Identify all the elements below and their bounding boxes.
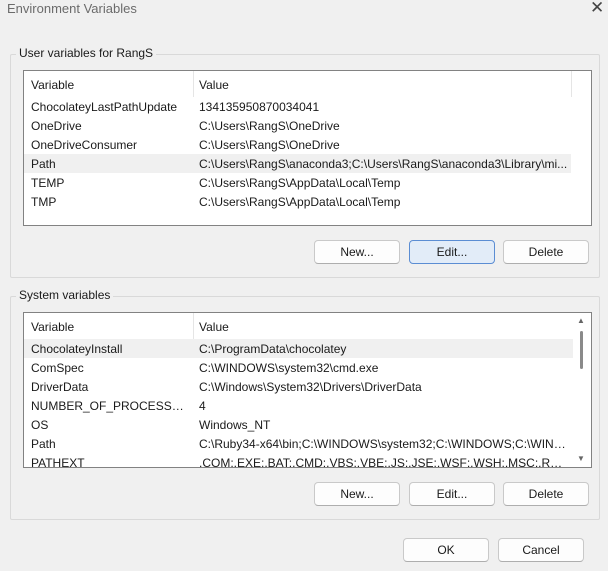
variable-value-cell: C:\Users\RangS\AppData\Local\Temp [199,195,401,209]
column-divider[interactable] [193,313,194,339]
column-header-value[interactable]: Value [199,78,229,92]
list-header: Variable Value [24,71,591,97]
column-header-value[interactable]: Value [199,320,229,334]
variable-value-cell: C:\Users\RangS\AppData\Local\Temp [199,176,401,190]
column-divider[interactable] [571,71,572,97]
user-delete-button[interactable]: Delete [503,240,589,264]
list-header: Variable Value [24,313,574,339]
vertical-scrollbar[interactable]: ▲ ▼ [573,313,590,467]
user-variables-list[interactable]: Variable Value ChocolateyLastPathUpdate 1… [23,70,592,226]
variable-name-cell: OneDriveConsumer [31,138,138,152]
table-row[interactable]: OneDriveConsumer C:\Users\RangS\OneDrive [24,135,571,154]
variable-value-cell: .COM;.EXE;.BAT;.CMD;.VBS;.VBE;.JS;.JSE;.… [199,456,570,468]
table-row[interactable]: NUMBER_OF_PROCESSORS 4 [24,396,573,415]
user-edit-button[interactable]: Edit... [409,240,495,264]
system-variables-list[interactable]: Variable Value ChocolateyInstall C:\Progr… [23,312,592,468]
ok-button[interactable]: OK [403,538,489,562]
variable-name-cell: ComSpec [31,361,84,375]
variable-name-cell: OS [31,418,49,432]
table-row[interactable]: OneDrive C:\Users\RangS\OneDrive [24,116,571,135]
system-variables-label: System variables [16,288,114,302]
variable-value-cell: 134135950870034041 [199,100,320,114]
table-row[interactable]: PATHEXT .COM;.EXE;.BAT;.CMD;.VBS;.VBE;.JS… [24,453,573,468]
variable-name-cell: ChocolateyLastPathUpdate [31,100,178,114]
scrollbar-thumb[interactable] [580,331,583,369]
variable-name-cell: NUMBER_OF_PROCESSORS [31,399,189,413]
variable-value-cell: C:\Users\RangS\OneDrive [199,119,340,133]
variable-name-cell: Path [31,157,56,171]
variable-value-cell: Windows_NT [199,418,271,432]
table-row[interactable]: Path C:\Users\RangS\anaconda3;C:\Users\Ra… [24,154,571,173]
scroll-up-arrow-icon[interactable]: ▲ [577,316,585,325]
user-new-button[interactable]: New... [314,240,400,264]
variable-name-cell: Path [31,437,56,451]
system-delete-button[interactable]: Delete [503,482,589,506]
column-header-variable[interactable]: Variable [31,320,74,334]
window-title: Environment Variables [7,1,137,16]
variable-name-cell: OneDrive [31,119,82,133]
variable-name-cell: TEMP [31,176,65,190]
title-bar: Environment Variables ✕ [0,0,608,22]
table-row[interactable]: TEMP C:\Users\RangS\AppData\Local\Temp [24,173,571,192]
table-row[interactable]: OS Windows_NT [24,415,573,434]
cancel-button[interactable]: Cancel [498,538,584,562]
table-row[interactable]: DriverData C:\Windows\System32\Drivers\Dr… [24,377,573,396]
variable-name-cell: DriverData [31,380,89,394]
variable-value-cell: 4 [199,399,206,413]
variable-value-cell: C:\Users\RangS\OneDrive [199,138,340,152]
close-icon[interactable]: ✕ [590,0,604,18]
scroll-down-arrow-icon[interactable]: ▼ [577,454,585,463]
variable-value-cell: C:\Users\RangS\anaconda3;C:\Users\RangS\… [199,157,568,171]
table-row[interactable]: ChocolateyInstall C:\ProgramData\chocolat… [24,339,573,358]
system-new-button[interactable]: New... [314,482,400,506]
variable-value-cell: C:\Windows\System32\Drivers\DriverData [199,380,422,394]
variable-value-cell: C:\ProgramData\chocolatey [199,342,347,356]
column-divider[interactable] [193,71,194,97]
table-row[interactable]: TMP C:\Users\RangS\AppData\Local\Temp [24,192,571,211]
table-row[interactable]: Path C:\Ruby34-x64\bin;C:\WINDOWS\system3… [24,434,573,453]
variable-name-cell: PATHEXT [31,456,85,468]
variable-value-cell: C:\Ruby34-x64\bin;C:\WINDOWS\system32;C:… [199,437,570,451]
table-row[interactable]: ComSpec C:\WINDOWS\system32\cmd.exe [24,358,573,377]
column-header-variable[interactable]: Variable [31,78,74,92]
system-edit-button[interactable]: Edit... [409,482,495,506]
variable-name-cell: ChocolateyInstall [31,342,123,356]
table-row[interactable]: ChocolateyLastPathUpdate 1341359508700340… [24,97,571,116]
user-variables-label: User variables for RangS [16,46,157,60]
variable-name-cell: TMP [31,195,57,209]
variable-value-cell: C:\WINDOWS\system32\cmd.exe [199,361,379,375]
